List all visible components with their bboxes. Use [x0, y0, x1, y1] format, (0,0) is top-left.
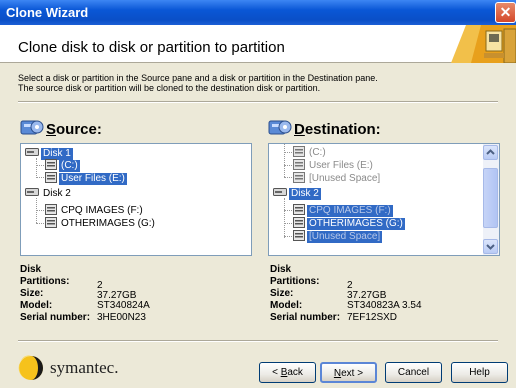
info-value: ST340823A 3.54	[347, 300, 422, 311]
info-label: Partitions:	[20, 276, 70, 287]
partition-icon	[293, 171, 305, 186]
symantec-globe-icon	[18, 355, 43, 380]
tree-node-label: CPQ IMAGES (F:)	[61, 204, 143, 216]
info-kind: Disk	[20, 264, 42, 275]
divider	[18, 101, 498, 103]
back-button-prefix: <	[272, 367, 281, 378]
source-tree[interactable]: Disk 1 (C:) User Files (E:) Disk 2 CPQ I…	[20, 143, 252, 256]
destination-disk-info: Disk Partitions: 2 Size: 37.27GB Model: …	[270, 264, 500, 324]
info-label: Size:	[270, 288, 294, 299]
disk-drive-icon	[268, 118, 292, 140]
disk-drive-icon	[20, 118, 44, 140]
next-button-label: ext >	[341, 368, 364, 379]
help-button[interactable]: Help	[451, 362, 508, 383]
partition-icon	[293, 229, 305, 244]
info-label: Serial number:	[270, 312, 341, 323]
tree-node-partition[interactable]: OTHERIMAGES (G:)	[45, 216, 157, 231]
source-heading-label: ource:	[56, 120, 102, 138]
destination-scrollbar[interactable]	[483, 144, 499, 255]
info-kind: Disk	[270, 264, 292, 275]
tree-node-partition[interactable]: CPQ IMAGES (F:)	[293, 203, 393, 218]
brand-name: symantec.	[50, 358, 119, 377]
back-button[interactable]: < Back	[259, 362, 316, 383]
scroll-up-button[interactable]	[483, 145, 498, 160]
tree-node-label: (C:)	[59, 159, 80, 172]
chevron-up-icon	[486, 149, 495, 155]
partition-icon	[293, 158, 305, 173]
tree-node-partition[interactable]: User Files (E:)	[293, 158, 375, 173]
tree-node-label: OTHERIMAGES (G:)	[61, 217, 155, 229]
tree-node-label: OTHERIMAGES (G:)	[307, 217, 405, 230]
tree-node-partition[interactable]: (C:)	[45, 158, 80, 173]
info-label: Model:	[270, 300, 303, 311]
wizard-header: Clone disk to disk or partition to parti…	[0, 25, 516, 63]
tree-node-label: [Unused Space]	[309, 172, 381, 184]
tree-node-label: User Files (E:)	[309, 159, 373, 171]
next-button[interactable]: Next >	[320, 362, 377, 383]
info-label: Serial number:	[20, 312, 91, 323]
partition-icon	[45, 158, 57, 173]
hard-disk-icon	[273, 187, 287, 200]
instructions-text: Select a disk or partition in the Source…	[18, 73, 498, 93]
info-value: 3HE00N23	[97, 312, 146, 323]
instructions-line-2: The source disk or partition will be clo…	[18, 83, 321, 93]
chevron-down-icon	[486, 244, 495, 250]
info-label: Model:	[20, 300, 53, 311]
scroll-down-button[interactable]	[483, 239, 498, 254]
partition-icon	[45, 171, 57, 186]
scroll-thumb[interactable]	[483, 168, 498, 228]
tree-node-disk[interactable]: Disk 2	[273, 187, 321, 200]
partition-icon	[293, 203, 305, 218]
cancel-button-label: Cancel	[397, 367, 430, 378]
tree-node-disk[interactable]: Disk 2	[25, 187, 73, 200]
source-disk-info: Disk Partitions: 2 Size: 37.27GB Model: …	[20, 264, 240, 324]
computer-illustration-icon	[426, 25, 516, 63]
partition-icon	[45, 216, 57, 231]
tree-node-label: [Unused Space]	[307, 230, 383, 243]
hard-disk-icon	[25, 187, 39, 200]
tree-node-unused-space[interactable]: [Unused Space]	[293, 229, 383, 244]
source-heading: Source:	[20, 118, 102, 140]
partition-icon	[293, 216, 305, 231]
tree-node-label: (C:)	[309, 146, 326, 158]
back-button-label: ack	[287, 367, 303, 378]
tree-node-partition[interactable]: CPQ IMAGES (F:)	[45, 203, 145, 218]
tree-node-label: CPQ IMAGES (F:)	[307, 204, 393, 217]
divider	[18, 340, 498, 342]
help-button-label: Help	[469, 367, 490, 378]
info-value: ST340824A	[97, 300, 150, 311]
tree-node-unused-space[interactable]: [Unused Space]	[293, 171, 382, 186]
tree-node-label: Disk 2	[43, 187, 71, 199]
partition-icon	[45, 203, 57, 218]
destination-heading: Destination:	[268, 118, 381, 140]
window-title: Clone Wizard	[6, 5, 89, 20]
destination-tree[interactable]: (C:) User Files (E:) [Unused Space] Disk…	[268, 143, 500, 256]
info-label: Size:	[20, 288, 44, 299]
tree-node-partition[interactable]: User Files (E:)	[45, 171, 127, 186]
close-icon: ✕	[499, 4, 512, 20]
cancel-button[interactable]: Cancel	[385, 362, 442, 383]
tree-node-partition[interactable]: (C:)	[293, 145, 328, 160]
page-title: Clone disk to disk or partition to parti…	[18, 39, 285, 56]
destination-heading-label: estination:	[304, 120, 381, 138]
partition-icon	[293, 145, 305, 160]
destination-heading-accel: D	[294, 120, 305, 138]
hard-disk-icon	[25, 147, 39, 160]
source-heading-accel: S	[46, 120, 57, 138]
tree-node-partition[interactable]: OTHERIMAGES (G:)	[293, 216, 405, 231]
info-label: Partitions:	[270, 276, 320, 287]
info-value: 7EF12SXD	[347, 312, 398, 323]
symantec-logo: symantec.	[18, 355, 118, 381]
close-button[interactable]: ✕	[495, 2, 516, 23]
window-title-bar[interactable]: Clone Wizard	[0, 0, 516, 25]
instructions-line-1: Select a disk or partition in the Source…	[18, 73, 378, 83]
tree-node-label: Disk 2	[289, 187, 321, 200]
tree-node-label: User Files (E:)	[59, 172, 127, 185]
